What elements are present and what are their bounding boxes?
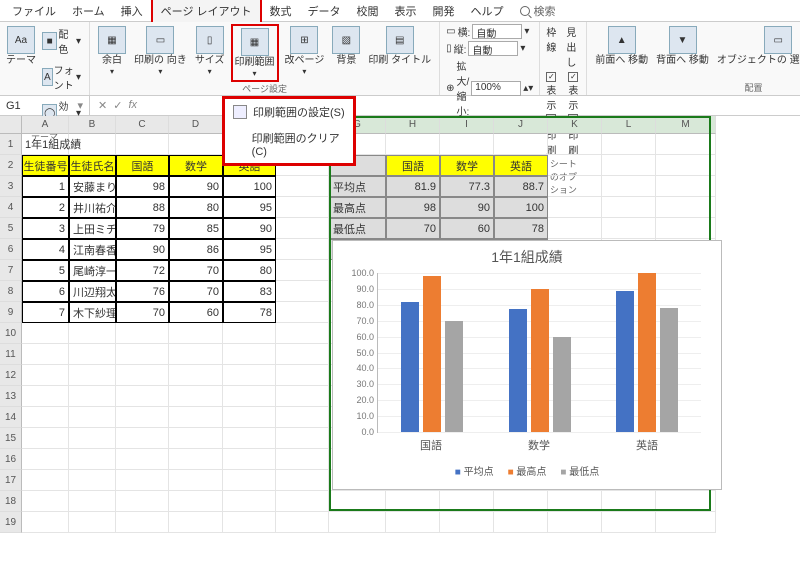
chart-title: 1年1組成績 (333, 241, 721, 273)
tab-data[interactable]: データ (300, 0, 349, 22)
colhdr-C[interactable]: C (116, 116, 169, 134)
tab-insert[interactable]: 挿入 (113, 0, 151, 22)
rowhdr-15[interactable]: 15 (0, 428, 22, 449)
breaks-button[interactable]: ⊞改ページ▾ (283, 24, 327, 78)
colors-button[interactable]: ■配色 ▾ (40, 24, 83, 58)
colhdr-D[interactable]: D (169, 116, 223, 134)
tab-help[interactable]: ヘルプ (463, 0, 512, 22)
selection-pane-button[interactable]: ▭オブジェクトの 選択と表示 (715, 24, 800, 68)
rowhdr-2[interactable]: 2 (0, 155, 22, 176)
tab-review[interactable]: 校閲 (349, 0, 387, 22)
scale-height[interactable]: ▯ 縦:自動▾ (446, 41, 533, 56)
chart[interactable]: 1年1組成績 0.010.020.030.040.050.060.070.080… (332, 240, 722, 490)
colhdr-K[interactable]: K (548, 116, 602, 134)
group-page-setup: ページ設定 (96, 82, 433, 95)
clear-print-area-item[interactable]: 印刷範囲のクリア(C) (225, 125, 353, 163)
ribbon-tabs: ファイル ホーム 挿入 ページ レイアウト 数式 データ 校閲 表示 開発 ヘル… (0, 0, 800, 22)
scale-width[interactable]: ▭ 横:自動▾ (446, 24, 533, 39)
rowhdr-12[interactable]: 12 (0, 365, 22, 386)
background-button[interactable]: ▧背景 (330, 24, 362, 68)
colhdr-L[interactable]: L (602, 116, 656, 134)
colhdr-A[interactable]: A (22, 116, 69, 134)
rowhdr-13[interactable]: 13 (0, 386, 22, 407)
colhdr-H[interactable]: H (386, 116, 440, 134)
search-icon (520, 6, 530, 16)
print-area-dropdown: 印刷範囲の設定(S) 印刷範囲のクリア(C) (222, 96, 356, 166)
worksheet: 12345678910111213141516171819 ABCDEFGHIJ… (0, 116, 800, 565)
ribbon: Aaテーマ ■配色 ▾ Aフォント ▾ ◯効果 ▾ テーマ ▦余白▾ ▭印刷の … (0, 22, 800, 96)
colhdr-I[interactable]: I (440, 116, 494, 134)
tab-page-layout[interactable]: ページ レイアウト (151, 0, 262, 24)
rowhdr-14[interactable]: 14 (0, 407, 22, 428)
rowhdr-8[interactable]: 8 (0, 281, 22, 302)
rowhdr-3[interactable]: 3 (0, 176, 22, 197)
fx-icon[interactable]: fx (128, 99, 137, 112)
bring-forward-button[interactable]: ▲前面へ 移動 (593, 24, 650, 68)
rowhdr-10[interactable]: 10 (0, 323, 22, 344)
gridlines-view-check[interactable]: 表示 (546, 71, 558, 112)
tab-view[interactable]: 表示 (387, 0, 425, 22)
print-titles-button[interactable]: ▤印刷 タイトル (366, 24, 433, 68)
rowhdr-19[interactable]: 19 (0, 512, 22, 533)
chart-xlabels: 国語数学英語 (377, 437, 701, 453)
colhdr-M[interactable]: M (656, 116, 716, 134)
cancel-icon[interactable]: ✕ (98, 99, 107, 112)
rowhdr-11[interactable]: 11 (0, 344, 22, 365)
margins-button[interactable]: ▦余白▾ (96, 24, 128, 78)
rowhdr-7[interactable]: 7 (0, 260, 22, 281)
orientation-button[interactable]: ▭印刷の 向き▾ (132, 24, 189, 78)
enter-icon[interactable]: ✓ (113, 99, 122, 112)
search-label: 検索 (534, 3, 556, 19)
tab-file[interactable]: ファイル (4, 0, 64, 22)
rowhdr-5[interactable]: 5 (0, 218, 22, 239)
colhdr-J[interactable]: J (494, 116, 548, 134)
themes-button[interactable]: Aaテーマ (6, 24, 36, 68)
size-button[interactable]: ▯サイズ▾ (193, 24, 227, 78)
scale-zoom[interactable]: ⊕ 拡大/縮小:100%▴▾ (446, 58, 533, 118)
print-area-button[interactable]: ▦印刷範囲▾ (231, 24, 279, 82)
group-arrange: 配置 (593, 81, 800, 94)
chart-legend: 平均点 最高点 最低点 (333, 463, 721, 478)
rowhdr-17[interactable]: 17 (0, 470, 22, 491)
colhdr-B[interactable]: B (69, 116, 116, 134)
set-print-area-icon (233, 105, 247, 119)
rowhdr-6[interactable]: 6 (0, 239, 22, 260)
headings-view-check[interactable]: 表示 (568, 71, 580, 112)
search-box[interactable]: 検索 (520, 3, 556, 19)
rowhdr-9[interactable]: 9 (0, 302, 22, 323)
fonts-button[interactable]: Aフォント ▾ (40, 60, 83, 94)
chart-plot: 0.010.020.030.040.050.060.070.080.090.01… (377, 273, 701, 433)
formula-bar-row: G1▾ ✕ ✓ fx (0, 96, 800, 116)
tab-formulas[interactable]: 数式 (262, 0, 300, 22)
rowhdr-18[interactable]: 18 (0, 491, 22, 512)
tab-developer[interactable]: 開発 (425, 0, 463, 22)
rowhdr-4[interactable]: 4 (0, 197, 22, 218)
rowhdr-16[interactable]: 16 (0, 449, 22, 470)
send-back-button[interactable]: ▼背面へ 移動 (654, 24, 711, 68)
tab-home[interactable]: ホーム (64, 0, 113, 22)
column-headers: ABCDEFGHIJKLM (22, 116, 800, 134)
formula-buttons: ✕ ✓ fx (90, 99, 145, 112)
set-print-area-item[interactable]: 印刷範囲の設定(S) (225, 99, 353, 125)
